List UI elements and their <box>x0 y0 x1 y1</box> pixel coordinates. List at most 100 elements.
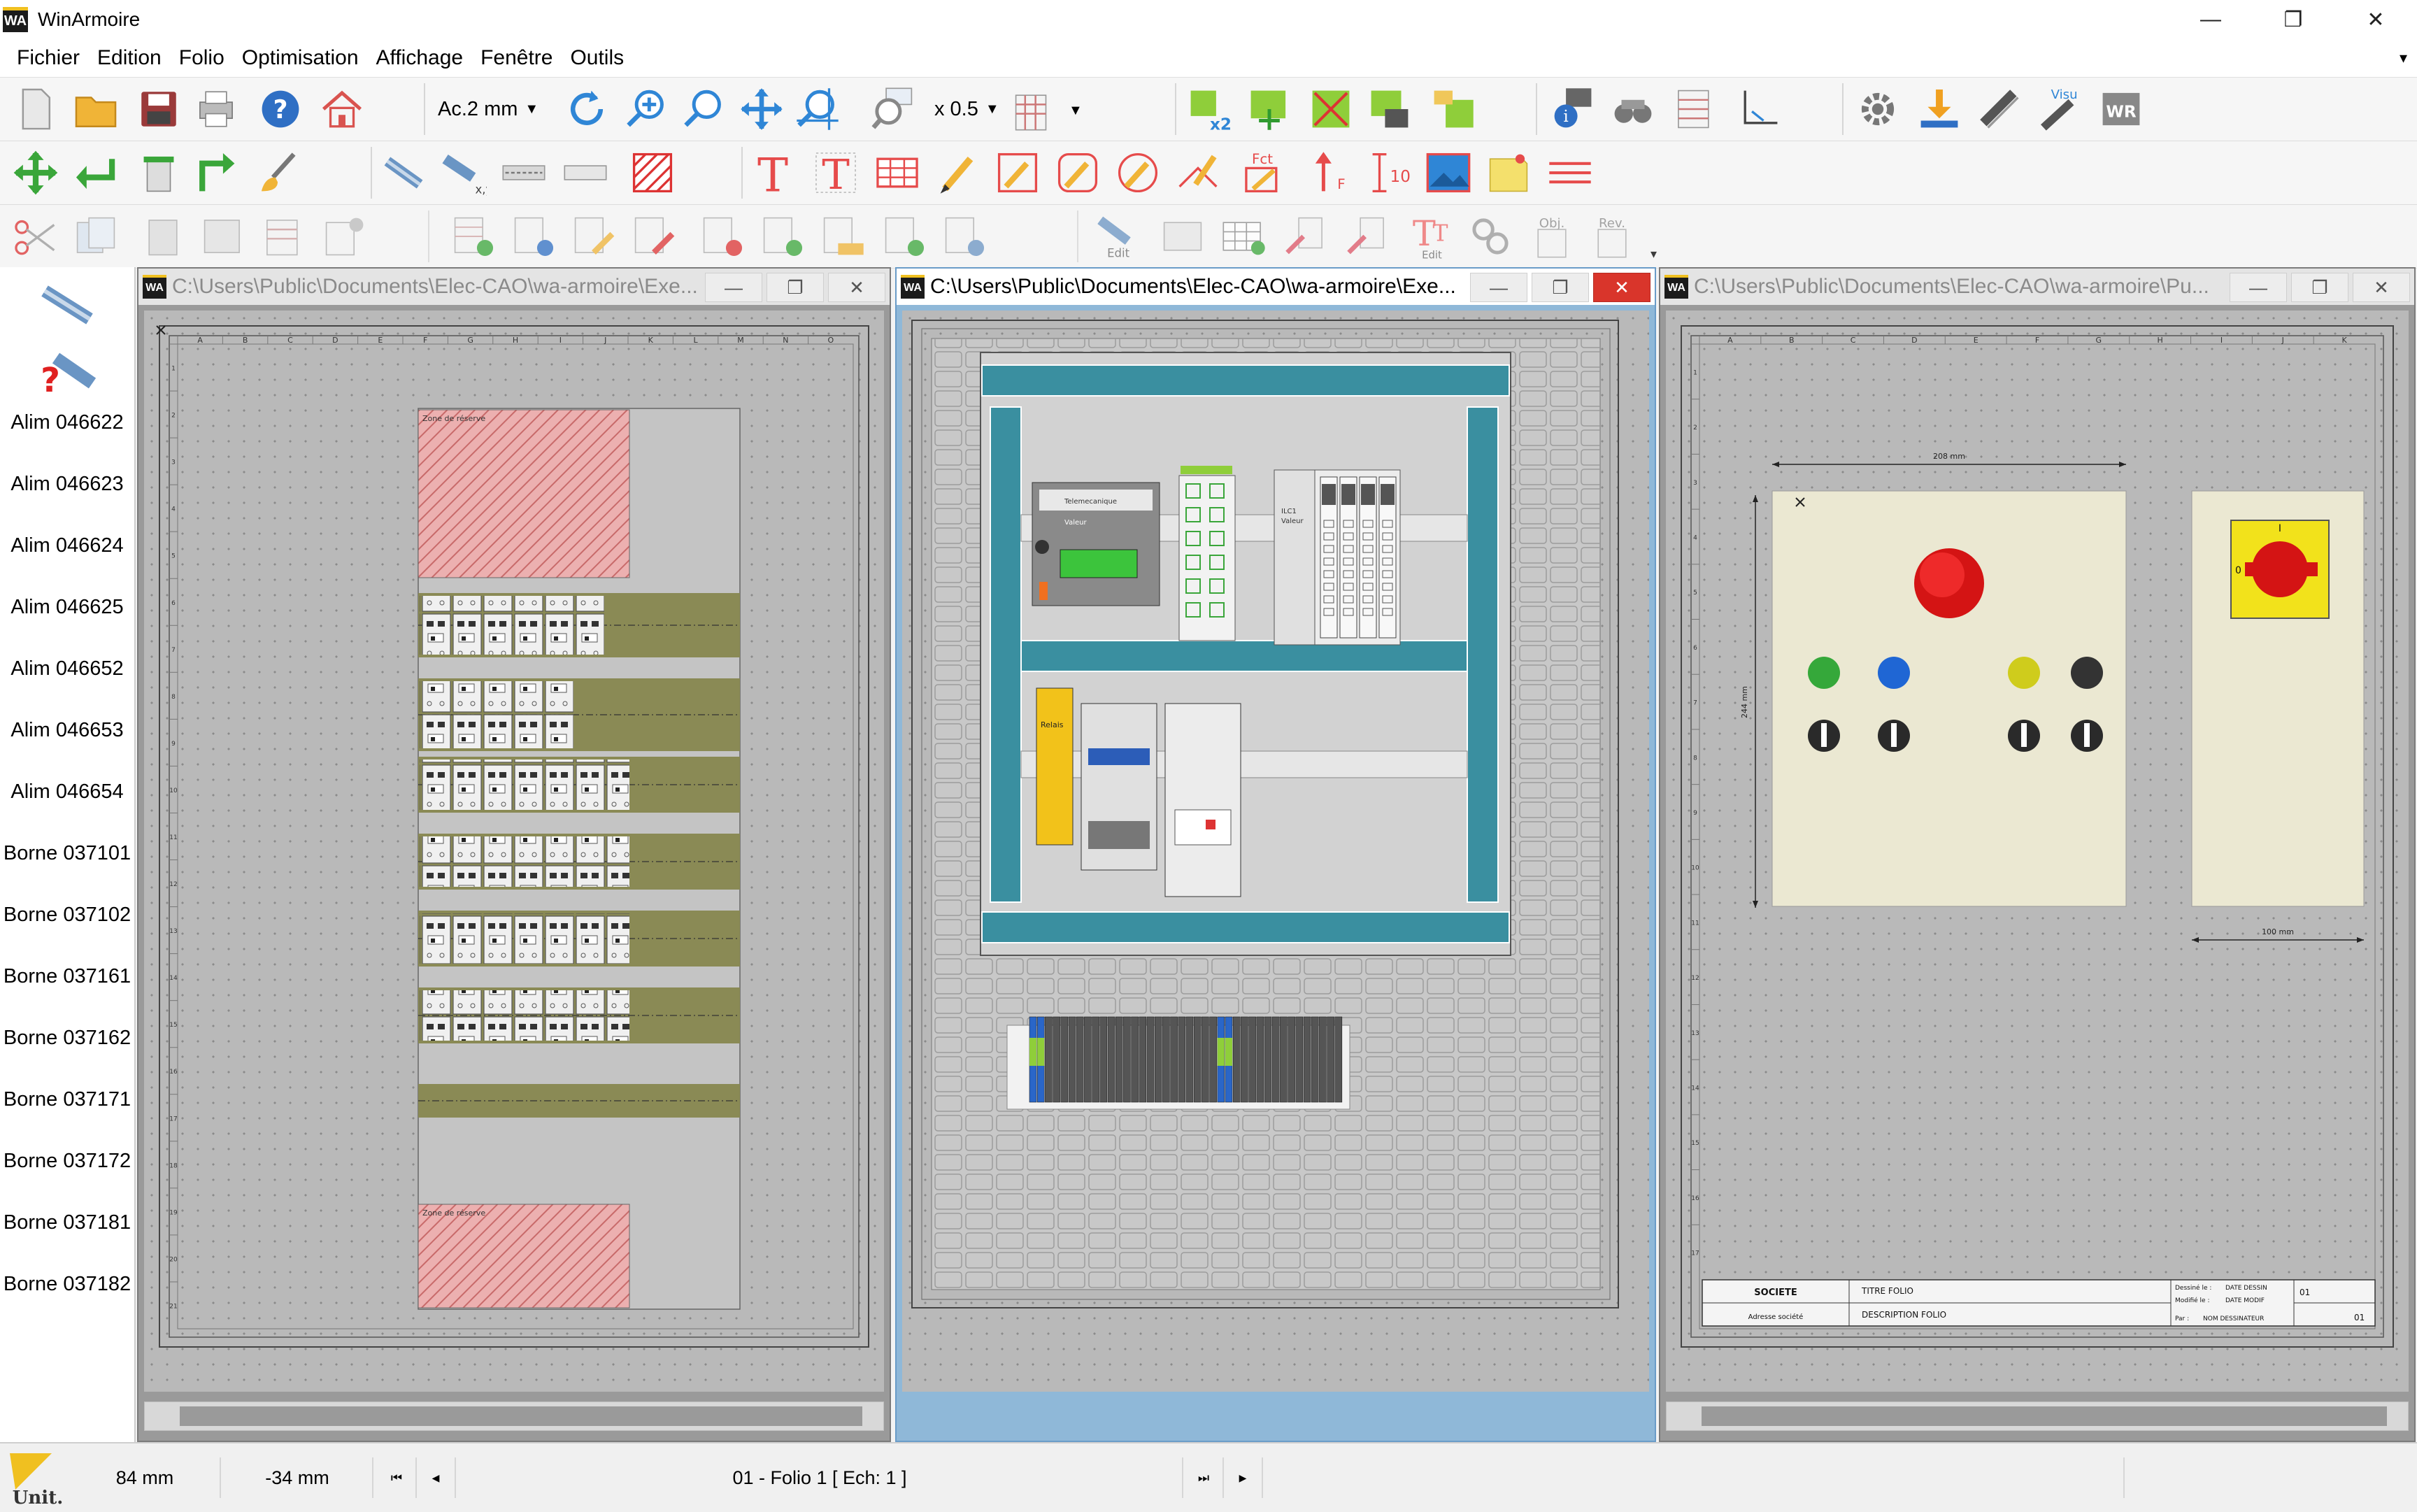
arrow-f-button[interactable]: F <box>1302 148 1354 197</box>
folio-tool-a-button[interactable] <box>257 212 309 261</box>
folio-1-drawing[interactable]: ABCDEFGHIJKLMNO 123456789101112131415161… <box>144 311 884 1393</box>
draw-arc-button[interactable] <box>1172 148 1224 197</box>
draw-circle-button[interactable] <box>1112 148 1164 197</box>
folio-delete-button[interactable] <box>697 212 748 261</box>
component-list-item[interactable]: Borne 037101 <box>0 842 134 865</box>
download-clib-button[interactable] <box>1913 85 1965 134</box>
minimize-button[interactable]: — <box>2230 273 2287 302</box>
copy-button[interactable] <box>70 212 122 261</box>
component-list-item[interactable]: Alim 046652 <box>0 657 134 680</box>
text-frame-button[interactable]: T <box>810 148 862 197</box>
save-element-button[interactable] <box>1364 85 1416 134</box>
search-binoculars-button[interactable] <box>1607 85 1659 134</box>
hatch-zone-button[interactable] <box>627 148 678 197</box>
move-tool-button[interactable] <box>10 148 62 197</box>
folio-info-button[interactable] <box>508 212 559 261</box>
close-button[interactable]: ✕ <box>1593 273 1650 302</box>
component-list-item[interactable]: Borne 037181 <box>0 1211 134 1234</box>
open-folder-button[interactable] <box>70 85 122 134</box>
component-list-item[interactable]: Borne 037161 <box>0 965 134 988</box>
text-edit-button[interactable]: T T Edit <box>1403 212 1455 261</box>
draw-line-button[interactable] <box>933 148 985 197</box>
component-button[interactable] <box>1974 85 2025 134</box>
zoom-in-button[interactable] <box>621 85 673 134</box>
scrollbar-thumb[interactable] <box>180 1406 862 1426</box>
print-button[interactable] <box>190 85 242 134</box>
component-list-item[interactable]: Borne 037182 <box>0 1273 134 1296</box>
help-button[interactable]: ? <box>255 85 306 134</box>
component-list-item[interactable]: Borne 037172 <box>0 1150 134 1173</box>
folio-3-drawing[interactable]: ABCDEFGHIJK 1234567891011121314151617 20… <box>1666 311 2409 1393</box>
component-help-icon[interactable]: ? <box>36 344 99 400</box>
grid-edit-button[interactable] <box>1218 212 1270 261</box>
revision-button[interactable]: Rev. <box>1586 212 1638 261</box>
object-list-button[interactable]: Obj. <box>1526 212 1578 261</box>
zoom-out-button[interactable] <box>678 85 730 134</box>
visu-button[interactable]: Visu <box>2034 85 2086 134</box>
edit-folio-button[interactable] <box>1157 212 1208 261</box>
menu-outils[interactable]: Outils <box>562 46 633 70</box>
paste-button[interactable] <box>137 212 189 261</box>
duplicate-x2-button[interactable]: x2 <box>1183 85 1235 134</box>
component-list-item[interactable]: Borne 037171 <box>0 1088 134 1111</box>
folio-sync-button[interactable] <box>878 212 930 261</box>
close-button[interactable]: ✕ <box>2353 273 2410 302</box>
restore-button[interactable]: ❐ <box>2252 0 2334 39</box>
close-button[interactable]: ✕ <box>2334 0 2417 39</box>
zoom-select[interactable]: x 0.5 ▼ <box>934 93 999 125</box>
home-button[interactable] <box>316 85 368 134</box>
insert-element-button[interactable] <box>1427 85 1478 134</box>
component-list-item[interactable]: Alim 046624 <box>0 534 134 557</box>
draw-rect-button[interactable] <box>992 148 1043 197</box>
menu-edition[interactable]: Edition <box>89 46 171 70</box>
minimize-button[interactable]: — <box>705 273 762 302</box>
component-list-item[interactable]: Alim 046625 <box>0 596 134 619</box>
folio-mark-button[interactable] <box>628 212 680 261</box>
folio-grid-button[interactable] <box>1008 85 1060 134</box>
previous-folio-button[interactable]: ◀ <box>417 1457 456 1498</box>
paste-special-button[interactable] <box>197 212 249 261</box>
cut-button[interactable] <box>10 212 62 261</box>
function-button[interactable]: Fct <box>1236 148 1288 197</box>
restore-button[interactable]: ❐ <box>2291 273 2348 302</box>
place-component-button[interactable] <box>378 148 429 197</box>
place-component-xy-button[interactable]: x,y <box>438 148 490 197</box>
return-button[interactable] <box>70 148 122 197</box>
folio-tool-b-button[interactable] <box>319 212 371 261</box>
folio-2-drawing[interactable]: Telemecanique Valeur ILC1 Valeur Relais <box>902 311 1649 1393</box>
drawing-canvas[interactable]: Telemecanique Valeur ILC1 Valeur Relais <box>902 311 1649 1392</box>
component-plug-icon[interactable] <box>36 283 99 329</box>
restore-button[interactable]: ❐ <box>1532 273 1589 302</box>
save-button[interactable] <box>133 85 185 134</box>
component-list-item[interactable]: Alim 046653 <box>0 719 134 742</box>
chevron-down-icon[interactable]: ▾ <box>1650 247 1657 262</box>
dimension-button[interactable]: 10 <box>1365 148 1417 197</box>
text-button[interactable]: T <box>747 148 799 197</box>
menu-overflow-icon[interactable]: ▾ <box>2400 49 2407 67</box>
component-list-item[interactable]: Alim 046654 <box>0 780 134 804</box>
link-edit-button[interactable] <box>1280 212 1332 261</box>
note-button[interactable] <box>1483 148 1534 197</box>
minimize-button[interactable]: — <box>1470 273 1527 302</box>
table-button[interactable] <box>871 148 923 197</box>
unit-button[interactable]: Unit. <box>7 1450 66 1509</box>
folio-refresh-button[interactable] <box>757 212 808 261</box>
info-folio-button[interactable] <box>1669 85 1720 134</box>
folio-edit-button[interactable] <box>568 212 620 261</box>
image-button[interactable] <box>1423 148 1474 197</box>
move-element-button[interactable] <box>1243 85 1295 134</box>
component-list-item[interactable]: Alim 046623 <box>0 473 134 496</box>
chain-button[interactable] <box>1464 212 1516 261</box>
menu-fichier[interactable]: Fichier <box>0 46 89 70</box>
chevron-down-icon[interactable]: ▼ <box>1069 103 1083 119</box>
close-button[interactable]: ✕ <box>828 273 885 302</box>
rail-dashed-button[interactable] <box>498 148 550 197</box>
menu-folio[interactable]: Folio <box>171 46 234 70</box>
restore-button[interactable]: ❐ <box>767 273 824 302</box>
next-folio-button[interactable]: ▶ <box>1224 1457 1263 1498</box>
label-edit-button[interactable] <box>1341 212 1393 261</box>
pan-button[interactable] <box>736 85 787 134</box>
wr-base-button[interactable]: WR <box>2095 85 2147 134</box>
folio-open-button[interactable] <box>817 212 869 261</box>
last-folio-button[interactable]: ⏭ <box>1185 1457 1224 1498</box>
